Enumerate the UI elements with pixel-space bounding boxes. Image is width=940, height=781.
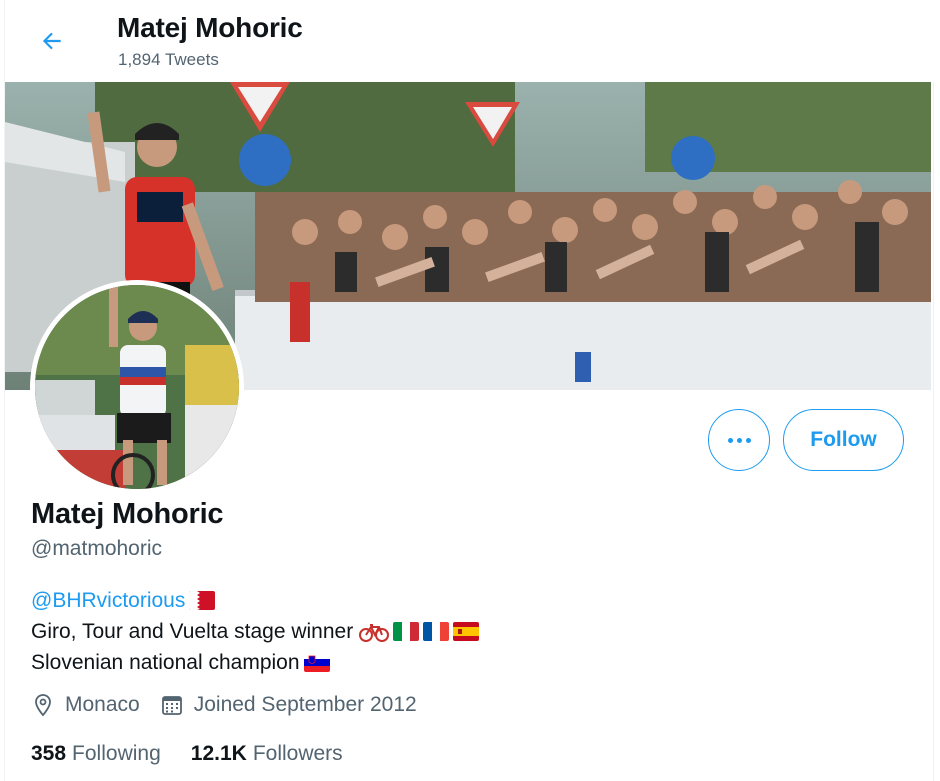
more-options-button[interactable] <box>708 409 770 471</box>
profile-header-bar: Matej Mohoric 1,894 Tweets <box>5 0 935 82</box>
location-item: Monaco <box>31 693 140 717</box>
profile-handle: @matmohoric <box>31 537 163 560</box>
following-label: Following <box>72 742 161 765</box>
profile-avatar[interactable] <box>30 280 244 494</box>
following-link[interactable]: 358 Following <box>31 742 161 766</box>
arrow-left-icon <box>42 32 61 50</box>
calendar-icon <box>161 696 182 715</box>
profile-page: Matej Mohoric 1,894 Tweets Follow Matej … <box>4 0 935 781</box>
header-title: Matej Mohoric <box>117 12 303 43</box>
bio-mention-link[interactable]: @BHRvictorious <box>31 585 185 616</box>
bicycle-icon <box>359 621 390 643</box>
bio-line-2: Giro, Tour and Vuelta stage winner <box>31 616 480 647</box>
france-flag-icon <box>423 622 450 641</box>
profile-bio: @BHRvictorious Giro, Tour and Vuelta sta… <box>31 585 480 678</box>
followers-count: 12.1K <box>190 742 247 765</box>
ellipsis-icon <box>727 437 751 443</box>
bio-text-stages: Giro, Tour and Vuelta stage winner <box>31 620 354 643</box>
joined-text: Joined September 2012 <box>193 693 417 716</box>
bahrain-flag-icon <box>189 591 216 610</box>
profile-name: Matej Mohoric <box>31 498 224 530</box>
location-text: Monaco <box>65 693 140 716</box>
profile-stats: 358 Following 12.1K Followers <box>31 742 373 766</box>
bio-text-champion: Slovenian national champion <box>31 651 300 674</box>
tweet-count: 1,894 Tweets <box>118 50 219 69</box>
location-pin-icon <box>35 694 51 717</box>
slovenia-flag-icon <box>303 653 330 672</box>
profile-meta: Monaco Joined September 2012 <box>31 693 437 717</box>
spain-flag-icon <box>453 622 480 641</box>
following-count: 358 <box>31 742 67 765</box>
follow-button[interactable]: Follow <box>783 409 904 471</box>
bio-line-1: @BHRvictorious <box>31 585 479 616</box>
followers-link[interactable]: 12.1K Followers <box>191 742 343 766</box>
italy-flag-icon <box>393 622 420 641</box>
bio-line-3: Slovenian national champion <box>31 647 479 678</box>
back-button[interactable] <box>33 22 71 60</box>
joined-item: Joined September 2012 <box>160 693 417 717</box>
followers-label: Followers <box>252 742 343 765</box>
